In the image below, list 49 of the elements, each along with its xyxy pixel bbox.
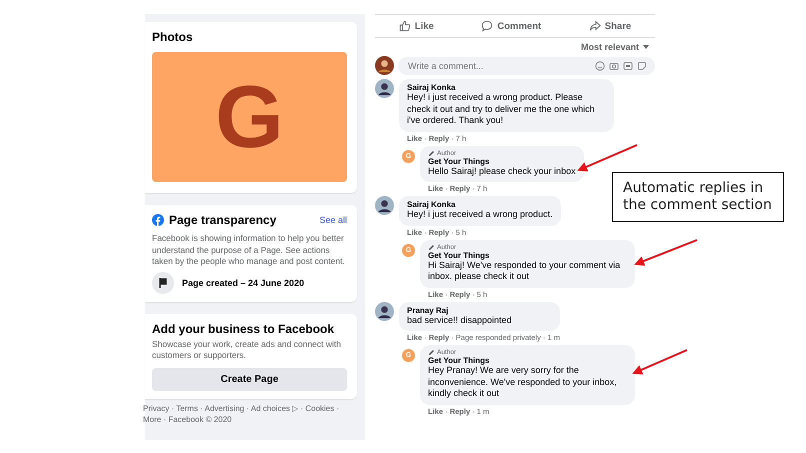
emoji-icon[interactable] [595,60,605,70]
camera-icon[interactable] [609,60,619,70]
comment-author[interactable]: Get Your Things [428,156,576,166]
comment-text: Hey Pranay! We are very sorry for the inconvenience. We've responded to your inbox, kindly check it out [428,365,618,400]
card-title: Page transparency [169,213,278,227]
thumbs-up-icon [398,20,411,32]
create-page-button[interactable]: Create Page [152,368,347,390]
logo-letter: G [215,73,284,161]
pencil-icon [428,244,435,250]
card-title: Photos [152,30,194,44]
annotation-arrow [632,349,688,374]
annotation-arrow [634,239,698,266]
transparency-text: Facebook is showing information to help you better understand the purpose of a Page. See actions taken by the people who manage and post content. [152,233,346,268]
comment-text: bad service!! disappointed [407,314,513,326]
page-created-text: Page created – 24 June 2020 [182,278,304,288]
share-icon [588,20,601,32]
comment-author[interactable]: Pranay Raj [407,306,552,314]
comment-text: Hey! i just received a wrong product. Please check it out and try to deliver me the one which i've ordered. Thank you! [407,92,596,126]
comment-author[interactable]: Get Your Things [428,250,627,260]
pencil-icon [428,150,435,156]
flag-icon [152,272,174,294]
comment-author[interactable]: Sairaj Konka [407,83,606,92]
comment-text: Hello Sairaj! please check your inbox [428,166,576,177]
avatar-icon [375,56,394,75]
comment-field[interactable]: Write a comment... [398,56,655,74]
comment-author[interactable]: Get Your Things [428,356,627,365]
comment-button[interactable]: Comment [475,19,548,33]
footer-links[interactable]: Privacy · Terms · Advertising · Ad choices ▷ · Cookies · [143,402,357,414]
comment-text: Hi Sairaj! We've responded to your comment via inbox. please check it out [428,260,622,282]
avatar-icon [375,196,394,215]
card-title: Add your business to Facebook [152,322,336,336]
like-button[interactable]: Like [392,19,440,33]
footer-links[interactable]: More · Facebook © 2020 [143,414,357,424]
callout-box: Automatic replies in the comment section [612,172,784,222]
facebook-icon [152,214,164,226]
sort-dropdown[interactable]: Most relevant [574,41,655,53]
annotation-arrow [577,144,638,172]
comment-author[interactable]: Sairaj Konka [407,200,553,209]
comment-input[interactable]: Write a comment... [406,60,591,72]
avatar-icon [375,79,394,98]
avatar-icon [375,302,394,320]
sticker-icon[interactable] [637,60,647,70]
speech-bubble-icon [481,20,494,32]
see-all-link[interactable]: See all [319,215,347,225]
business-text: Showcase your work, create ads and connect with customers or supporters. [152,338,342,362]
page-photo[interactable]: G [152,52,347,182]
pencil-icon [428,349,435,356]
share-button[interactable]: Share [582,19,638,33]
comment-text: Hey! i just received a wrong product. [407,209,553,220]
